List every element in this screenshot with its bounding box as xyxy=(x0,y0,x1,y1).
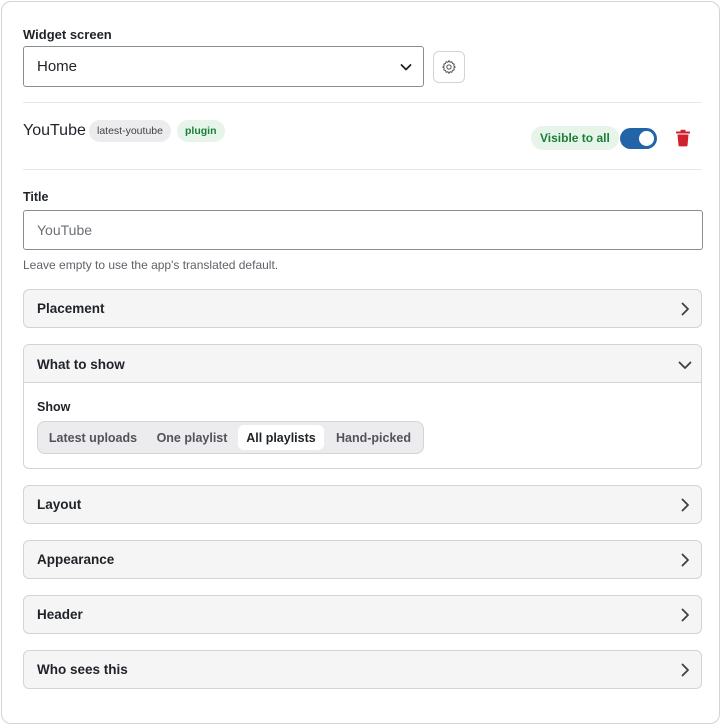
section-title: Who sees this xyxy=(37,662,128,677)
toggle-knob xyxy=(639,131,654,146)
chevron-down-icon xyxy=(678,361,692,369)
section-title: Placement xyxy=(37,301,105,316)
title-hint: Leave empty to use the app's translated … xyxy=(23,258,279,272)
section-title: What to show xyxy=(37,357,125,372)
section-header[interactable]: Header xyxy=(23,595,702,634)
divider xyxy=(23,102,702,103)
widget-enabled-toggle[interactable] xyxy=(620,128,657,149)
chevron-down-icon xyxy=(400,64,412,71)
widget-editor-panel: Widget screen Home YouTube latest-youtub… xyxy=(1,1,720,724)
show-segmented-control: Latest uploads One playlist All playlist… xyxy=(37,421,424,454)
section-title: Appearance xyxy=(37,552,115,567)
section-appearance[interactable]: Appearance xyxy=(23,540,702,579)
show-option-one-playlist[interactable]: One playlist xyxy=(147,425,237,450)
widget-name: YouTube xyxy=(23,122,86,139)
section-who-sees-this[interactable]: Who sees this xyxy=(23,650,702,689)
widget-slug-badge: latest-youtube xyxy=(89,120,171,142)
visibility-badge: Visible to all xyxy=(531,126,619,150)
divider xyxy=(23,169,702,170)
section-header[interactable]: What to show xyxy=(24,345,701,383)
trash-icon[interactable] xyxy=(674,129,692,147)
widget-type-badge: plugin xyxy=(177,120,225,142)
widget-screen-value: Home xyxy=(37,58,78,75)
widget-screen-label: Widget screen xyxy=(23,27,112,42)
title-input[interactable] xyxy=(23,210,703,250)
chevron-right-icon xyxy=(681,553,689,567)
section-placement[interactable]: Placement xyxy=(23,289,702,328)
chevron-right-icon xyxy=(681,302,689,316)
show-option-all-playlists[interactable]: All playlists xyxy=(238,425,324,450)
screen-settings-button[interactable] xyxy=(433,51,465,83)
show-option-latest-uploads[interactable]: Latest uploads xyxy=(41,425,145,450)
gear-icon xyxy=(442,60,456,74)
section-title: Layout xyxy=(37,497,82,512)
section-what-to-show: What to show Show Latest uploads One pla… xyxy=(23,344,702,469)
section-layout[interactable]: Layout xyxy=(23,485,702,524)
title-label: Title xyxy=(23,190,49,204)
section-title: Header xyxy=(37,607,83,622)
chevron-right-icon xyxy=(681,608,689,622)
widget-screen-select[interactable]: Home xyxy=(23,46,424,87)
show-option-hand-picked[interactable]: Hand-picked xyxy=(326,425,421,450)
show-label: Show xyxy=(37,400,71,414)
chevron-right-icon xyxy=(681,663,689,677)
chevron-right-icon xyxy=(681,498,689,512)
